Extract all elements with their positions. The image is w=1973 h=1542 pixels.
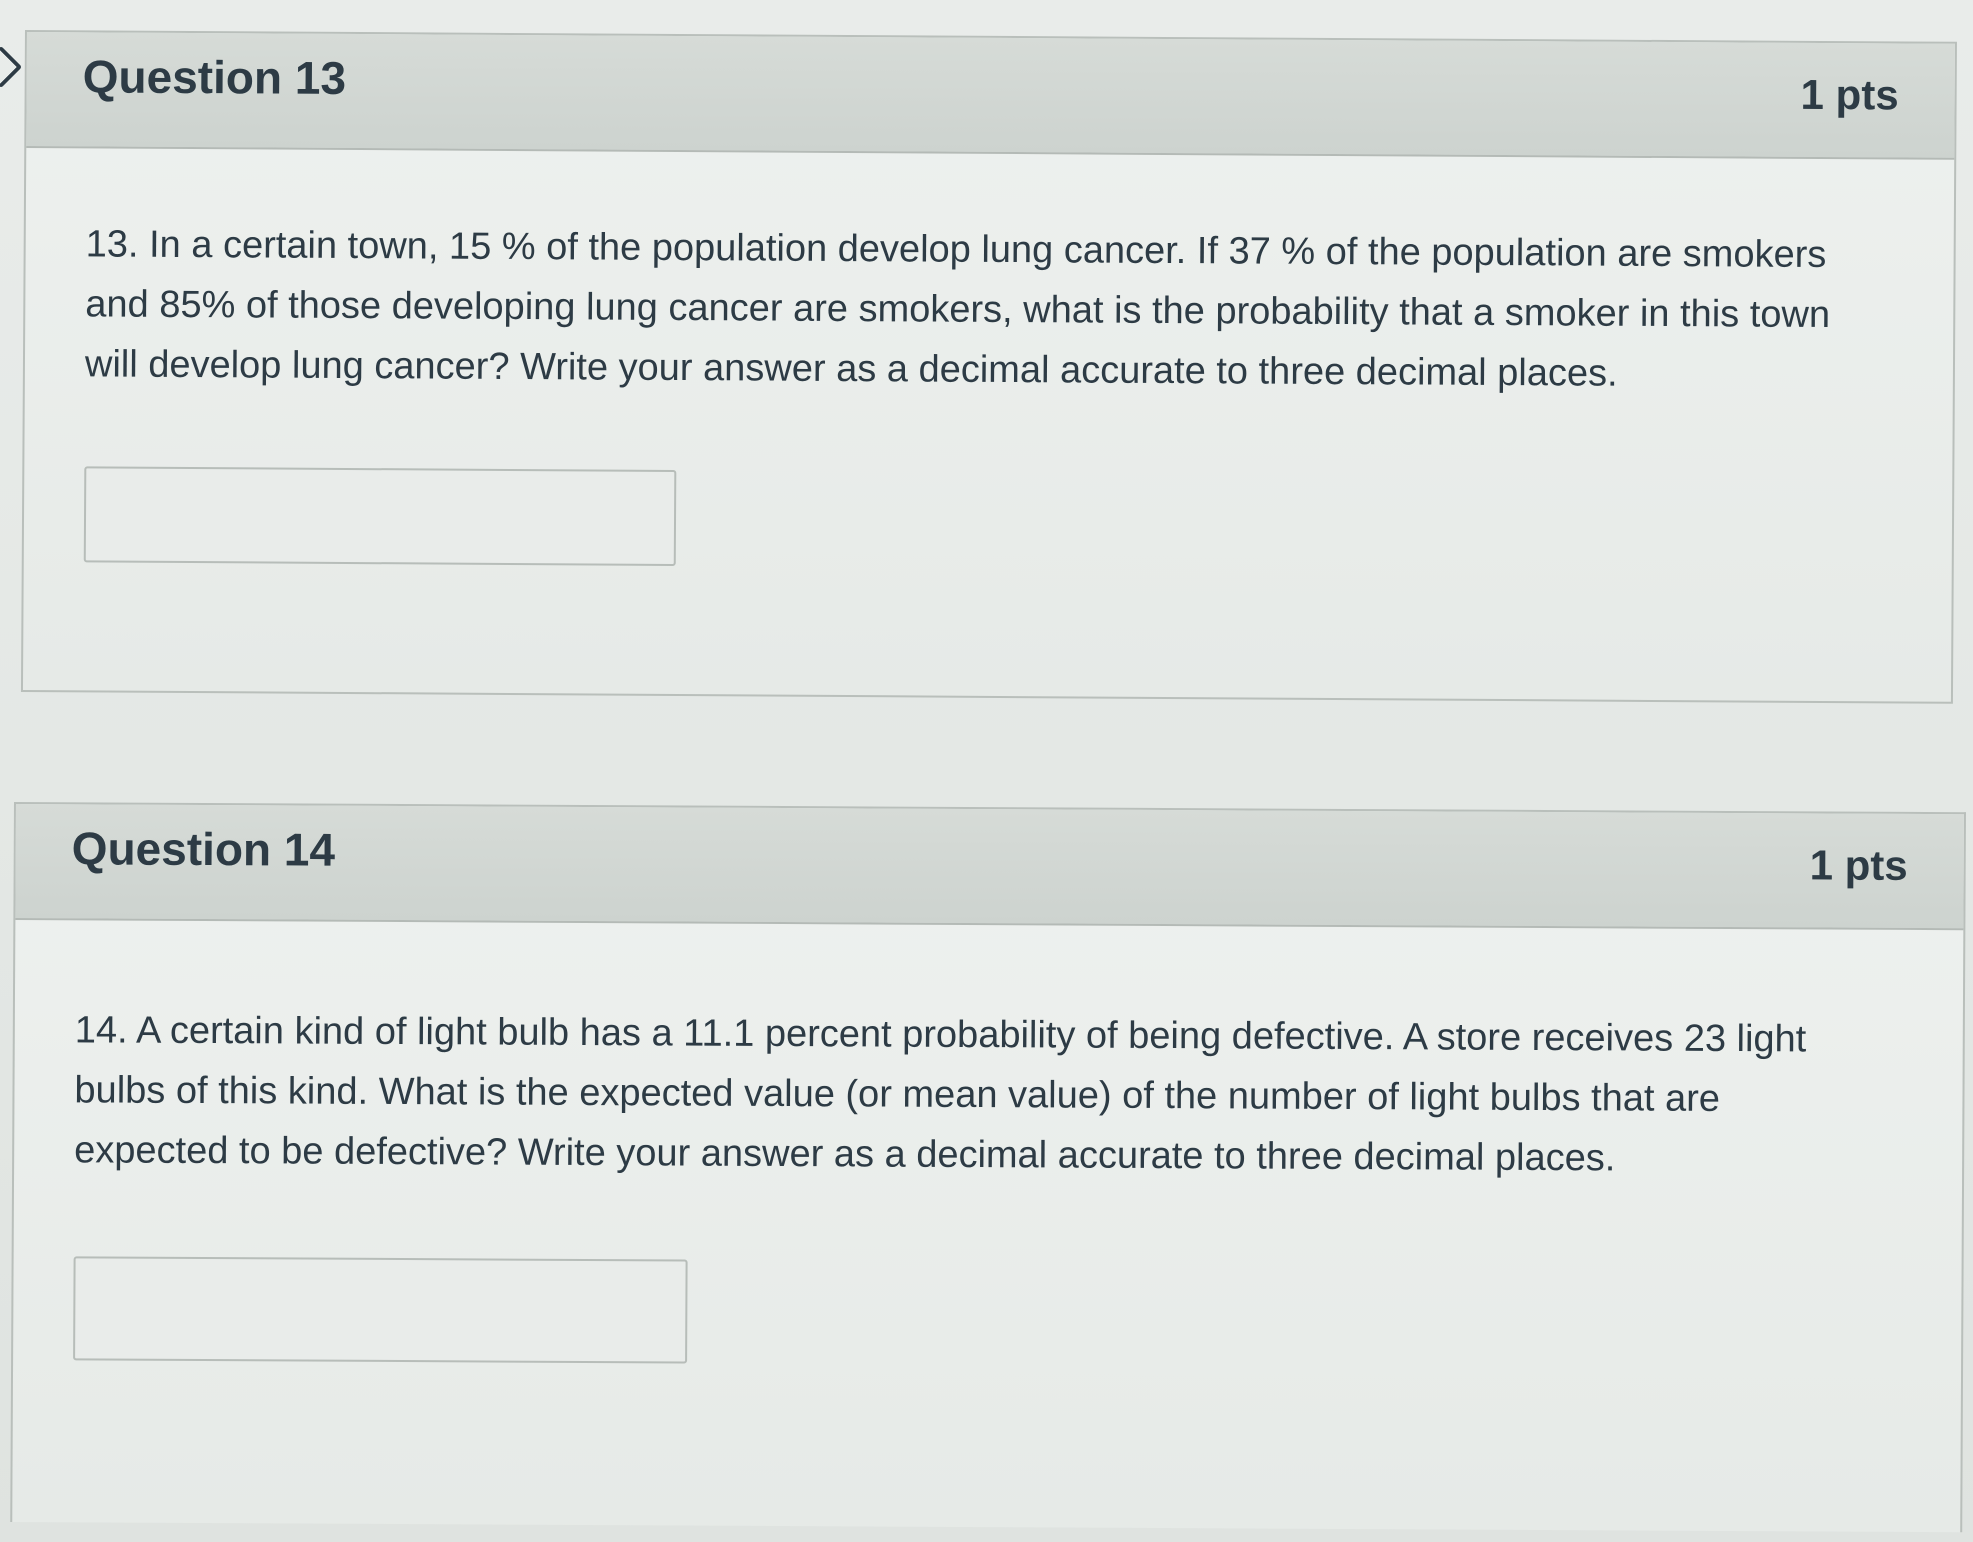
question-body: 13. In a certain town, 15 % of the popul… — [24, 148, 1954, 574]
quiz-page: Question 13 1 pts 13. In a certain town,… — [0, 0, 1973, 1542]
chevron-right-icon[interactable] — [0, 45, 23, 89]
question-text: 13. In a certain town, 15 % of the popul… — [84, 223, 1831, 395]
question-points: 1 pts — [1809, 841, 1908, 889]
question-title: Question 13 — [82, 50, 347, 104]
question-points: 1 pts — [1800, 70, 1899, 119]
question-13: Question 13 1 pts 13. In a certain town,… — [20, 30, 1957, 704]
answer-input[interactable] — [83, 466, 677, 566]
question-title: Question 14 — [71, 822, 336, 876]
question-body: 14. A certain kind of light bulb has a 1… — [13, 920, 1963, 1370]
question-header: Question 13 1 pts — [26, 32, 1955, 160]
question-header: Question 14 1 pts — [15, 804, 1964, 931]
answer-input[interactable] — [73, 1256, 688, 1364]
question-text: 14. A certain kind of light bulb has a 1… — [74, 1009, 1807, 1180]
question-14: Question 14 1 pts 14. A certain kind of … — [10, 802, 1966, 1533]
